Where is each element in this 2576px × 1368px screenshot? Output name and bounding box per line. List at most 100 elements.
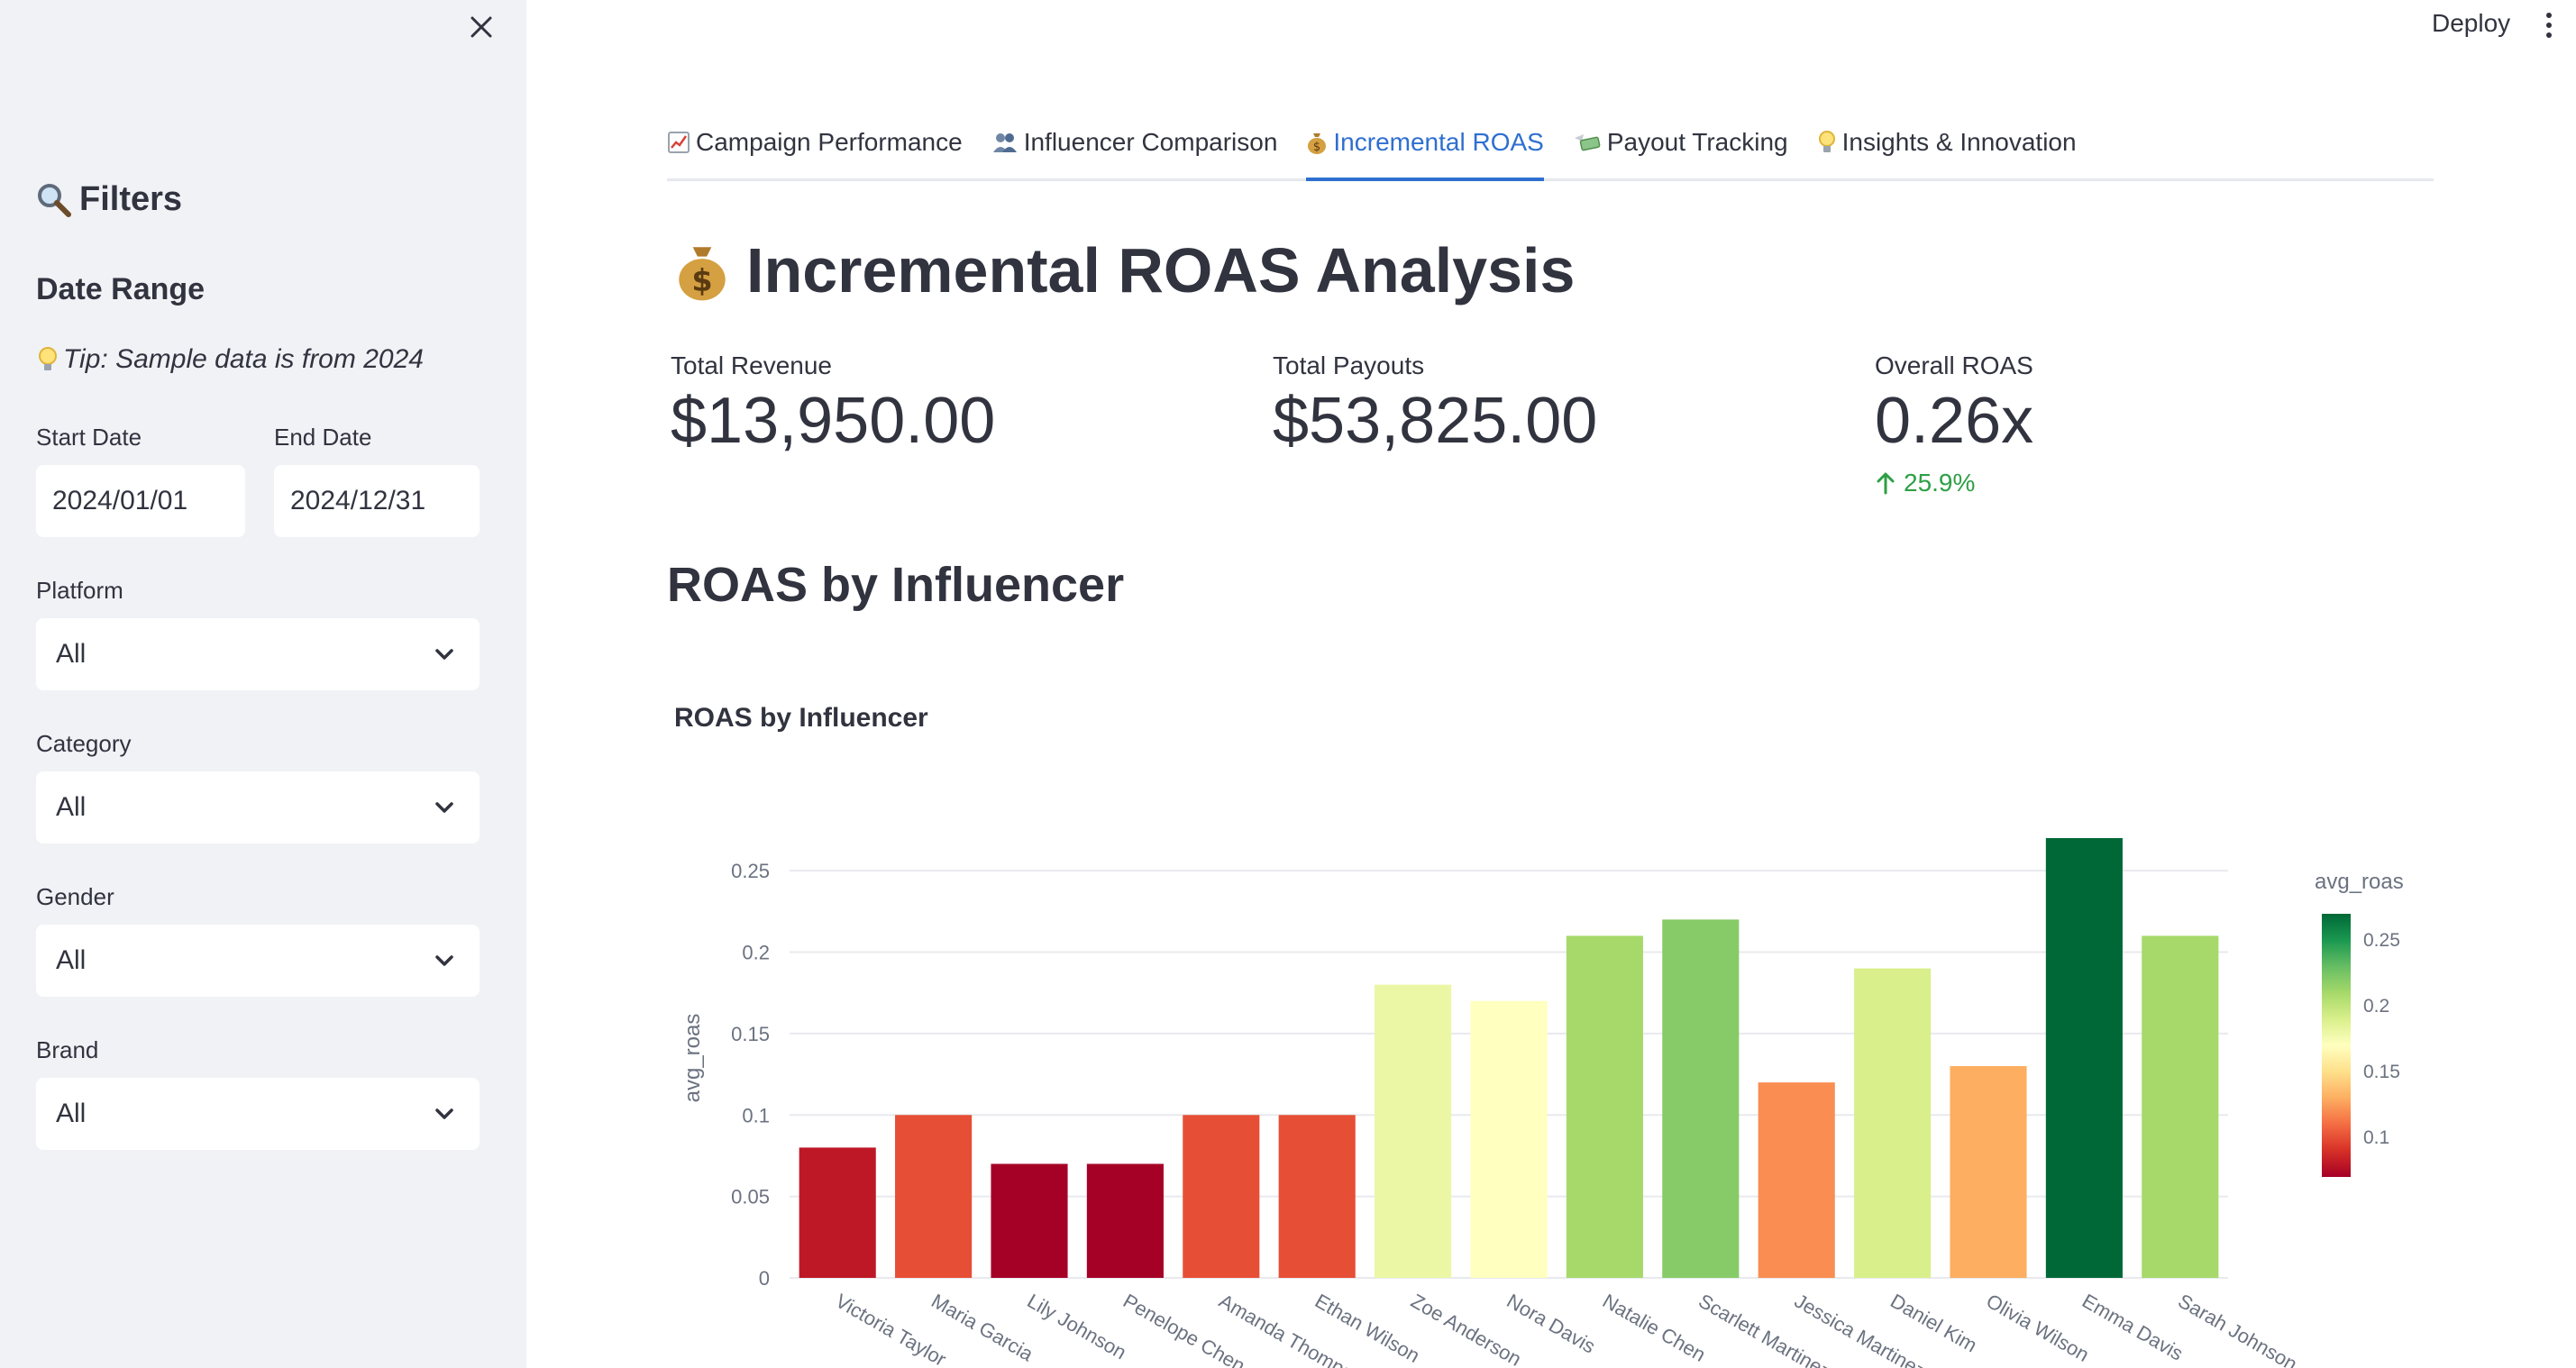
y-tick-label: 0.15	[731, 1023, 770, 1045]
tab-label: Payout Tracking	[1606, 128, 1788, 156]
lightbulb-icon	[39, 347, 57, 370]
y-axis-title: avg_roas	[681, 1014, 705, 1103]
tip-text: Tip: Sample data is from 2024	[63, 344, 424, 374]
brand-label: Brand	[36, 1036, 99, 1063]
gender-label: Gender	[36, 883, 114, 910]
tab-incremental-roas[interactable]: $ Incremental ROAS	[1306, 117, 1545, 181]
colorbar-tick-label: 0.1	[2363, 1127, 2389, 1148]
platform-value: All	[56, 639, 87, 669]
x-tick-label: Sarah Johnson	[2174, 1290, 2301, 1368]
money-wings-icon	[1574, 134, 1601, 151]
bar	[1183, 1115, 1260, 1278]
kebab-dot	[2546, 23, 2552, 28]
bar	[1662, 919, 1740, 1278]
sidebar: Filters Date Range Tip: Sample data is f…	[0, 0, 526, 1368]
end-date-input[interactable]: 2024/12/31	[274, 465, 480, 537]
bar	[2045, 838, 2123, 1278]
gender-select[interactable]: All	[36, 925, 480, 997]
platform-select[interactable]: All	[36, 618, 480, 690]
page-title: $ Incremental ROAS Analysis	[674, 234, 1575, 306]
close-icon	[470, 16, 492, 38]
svg-text:$: $	[691, 263, 712, 298]
money-bag-icon: $	[679, 247, 726, 301]
y-tick-label: 0.05	[731, 1186, 770, 1208]
category-value: All	[56, 792, 87, 822]
magnifying-glass-icon	[38, 183, 71, 217]
arrow-up-icon	[1877, 472, 1895, 495]
brand-select[interactable]: All	[36, 1078, 480, 1150]
filters-title: Filters	[79, 180, 183, 218]
tab-label: Insights & Innovation	[1841, 128, 2077, 156]
tab-campaign-performance[interactable]: Campaign Performance	[667, 117, 963, 168]
tab-label: Incremental ROAS	[1333, 128, 1544, 156]
bar	[2142, 935, 2219, 1278]
y-tick-label: 0.25	[731, 860, 770, 882]
chevron-down-icon	[435, 1108, 453, 1119]
y-tick-label: 0	[759, 1267, 770, 1290]
metric-label: Overall ROAS	[1875, 351, 2033, 379]
colorbar-title: avg_roas	[2315, 870, 2404, 894]
bar	[991, 1163, 1068, 1278]
category-label: Category	[36, 730, 132, 757]
metric-value: 0.26x	[1875, 385, 2034, 457]
metric-label: Total Revenue	[671, 351, 833, 379]
bar	[1278, 1115, 1356, 1278]
chart-increasing-icon	[668, 132, 690, 153]
section-title: ROAS by Influencer	[667, 558, 1125, 612]
date-range-heading: Date Range	[36, 272, 206, 306]
metric-value: $13,950.00	[671, 385, 996, 457]
metric-overall-roas: Overall ROAS 0.26x 25.9%	[1875, 351, 2033, 497]
main-menu-button[interactable]	[2538, 7, 2560, 43]
bar	[1566, 935, 1643, 1278]
tab-payout-tracking[interactable]: Payout Tracking	[1573, 117, 1788, 168]
chart-title: ROAS by Influencer	[674, 703, 928, 733]
chevron-down-icon	[435, 955, 453, 966]
metric-label: Total Payouts	[1273, 351, 1425, 379]
bar	[1758, 1082, 1835, 1278]
x-tick-label: Lily Johnson	[1024, 1290, 1130, 1364]
bar	[1375, 984, 1452, 1278]
lightbulb-icon	[1818, 131, 1835, 152]
chevron-down-icon	[435, 649, 453, 660]
tab-insights-innovation[interactable]: Insights & Innovation	[1817, 117, 2077, 168]
x-tick-label: Emma Davis	[2078, 1290, 2187, 1365]
x-tick-label: Natalie Chen	[1599, 1290, 1710, 1366]
start-date-label: Start Date	[36, 424, 142, 451]
colorbar	[2322, 914, 2351, 1177]
bar	[1086, 1163, 1164, 1278]
metric-delta-value: 25.9%	[1904, 468, 1976, 497]
close-sidebar-button[interactable]	[463, 9, 499, 45]
tab-influencer-comparison[interactable]: Influencer Comparison	[991, 117, 1278, 168]
category-select[interactable]: All	[36, 771, 480, 844]
bar	[799, 1147, 876, 1278]
bar	[1470, 1000, 1548, 1278]
metric-total-revenue: Total Revenue $13,950.00	[671, 351, 995, 456]
page-title-text: Incremental ROAS Analysis	[746, 235, 1576, 306]
platform-label: Platform	[36, 577, 123, 604]
deploy-button[interactable]: Deploy	[2426, 5, 2516, 41]
gender-value: All	[56, 945, 87, 975]
kebab-dot	[2546, 13, 2552, 18]
sample-data-tip: Tip: Sample data is from 2024	[36, 344, 424, 375]
brand-value: All	[56, 1099, 87, 1128]
tab-label: Campaign Performance	[696, 128, 963, 156]
x-tick-label: Olivia Wilson	[1983, 1290, 2094, 1366]
tab-label: Influencer Comparison	[1023, 128, 1278, 156]
money-bag-icon: $	[1308, 133, 1327, 154]
metric-delta: 25.9%	[1875, 469, 2033, 497]
bar	[895, 1115, 973, 1278]
y-tick-label: 0.2	[742, 942, 770, 964]
chevron-down-icon	[435, 802, 453, 813]
end-date-label: End Date	[274, 424, 372, 451]
y-tick-label: 0.1	[742, 1104, 770, 1126]
metric-total-payouts: Total Payouts $53,825.00	[1273, 351, 1597, 456]
people-icon	[992, 133, 1017, 152]
colorbar-tick-label: 0.2	[2363, 996, 2389, 1017]
metric-value: $53,825.00	[1273, 385, 1598, 457]
tab-bar: Campaign Performance Influencer Comparis…	[667, 117, 2434, 181]
filters-heading: Filters	[36, 180, 182, 219]
kebab-dot	[2546, 32, 2552, 38]
roas-bar-chart[interactable]: ROAS by Influencer 0 0.05 0.1 0.15 0.2 0.25 avg…	[667, 685, 2470, 1368]
bar	[1950, 1066, 2027, 1278]
start-date-input[interactable]: 2024/01/01	[36, 465, 245, 537]
